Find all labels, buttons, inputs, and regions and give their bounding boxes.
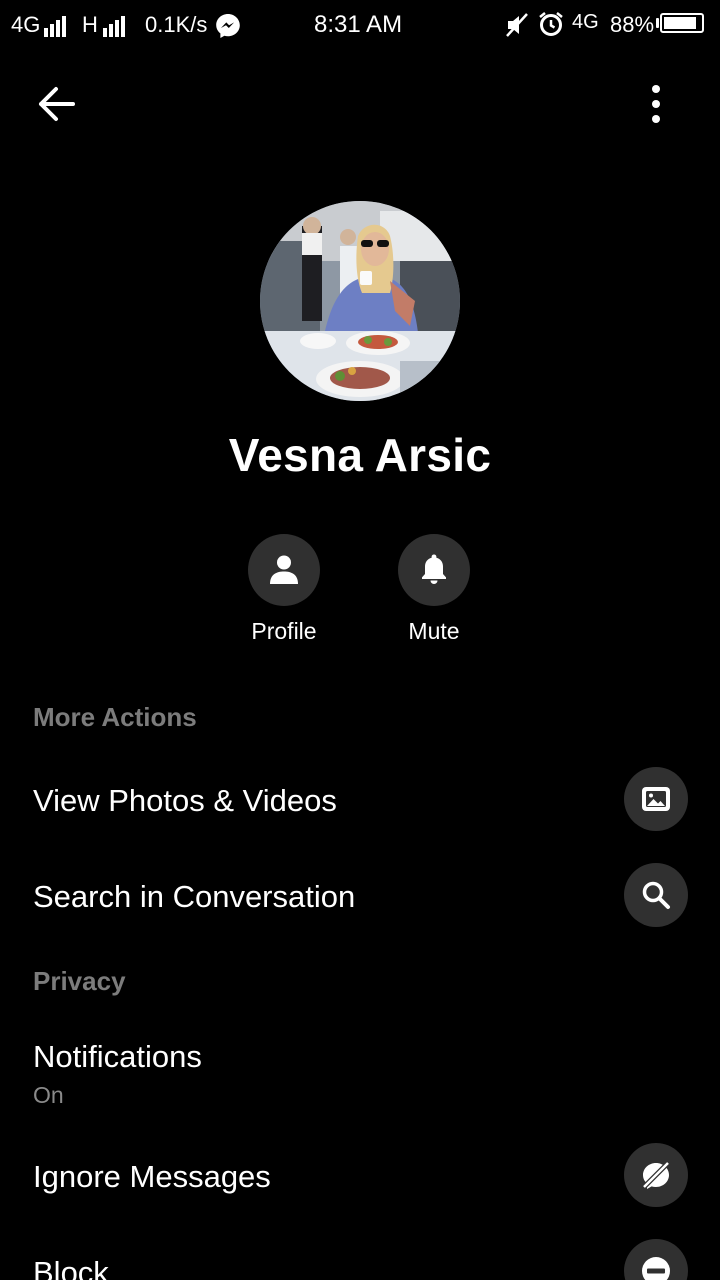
search-conversation-label: Search in Conversation — [33, 879, 356, 914]
ignore-messages-row[interactable]: Ignore Messages — [0, 1142, 720, 1212]
battery-nub — [656, 18, 659, 28]
block-button[interactable] — [624, 1239, 688, 1280]
clock: 8:31 AM — [314, 11, 403, 38]
network-speed: 0.1K/s — [145, 12, 208, 37]
more-vertical-icon — [652, 85, 660, 123]
more-options-button[interactable] — [636, 80, 676, 128]
contact-name: Vesna Arsic — [228, 429, 492, 481]
mute-circle — [398, 534, 470, 606]
signal-icon — [103, 13, 127, 37]
notifications-label: Notifications — [33, 1039, 202, 1074]
notifications-status: On — [33, 1082, 64, 1108]
profile-button[interactable]: Profile — [209, 534, 359, 645]
mute-button[interactable]: Mute — [359, 534, 509, 645]
block-label: Block — [33, 1255, 109, 1280]
person-icon — [270, 555, 298, 584]
network-type-1: 4G — [11, 12, 41, 37]
ignore-messages-button[interactable] — [624, 1143, 688, 1207]
view-photos-button[interactable] — [624, 767, 688, 831]
view-photos-label: View Photos & Videos — [33, 783, 337, 818]
more-actions-header: More Actions — [33, 702, 197, 732]
ignore-messages-label: Ignore Messages — [33, 1159, 271, 1194]
battery-fill — [664, 17, 696, 29]
ignore-icon — [643, 1162, 669, 1189]
block-icon — [642, 1257, 670, 1280]
messenger-icon — [214, 12, 242, 45]
search-conversation-button[interactable] — [624, 863, 688, 927]
mute-label: Mute — [408, 618, 460, 644]
status-bar: 4G H 0.1K/s 8:31 AM 4G 88% — [0, 0, 720, 50]
image-icon — [642, 787, 670, 811]
view-photos-row[interactable]: View Photos & Videos — [0, 766, 720, 836]
avatar[interactable] — [260, 201, 460, 401]
conversation-settings-screen: 4G H 0.1K/s 8:31 AM 4G 88% Vesna Arsic P… — [0, 0, 720, 1280]
search-icon — [642, 881, 670, 909]
network-type-3: 4G — [572, 11, 599, 33]
network-type-2: H — [82, 12, 98, 37]
block-row[interactable]: Block — [0, 1238, 720, 1280]
search-conversation-row[interactable]: Search in Conversation — [0, 862, 720, 932]
notifications-row[interactable]: Notifications On — [0, 1036, 720, 1112]
bell-icon — [422, 554, 446, 584]
battery-icon — [660, 13, 704, 33]
signal-icon — [44, 13, 68, 37]
back-button[interactable] — [30, 82, 82, 126]
arrow-left-icon — [39, 87, 75, 121]
profile-photo — [260, 201, 460, 401]
battery-percent: 88% — [610, 12, 655, 37]
alarm-icon — [538, 11, 564, 42]
profile-circle — [248, 534, 320, 606]
mute-icon — [505, 12, 529, 43]
profile-label: Profile — [251, 618, 317, 644]
privacy-header: Privacy — [33, 966, 126, 996]
